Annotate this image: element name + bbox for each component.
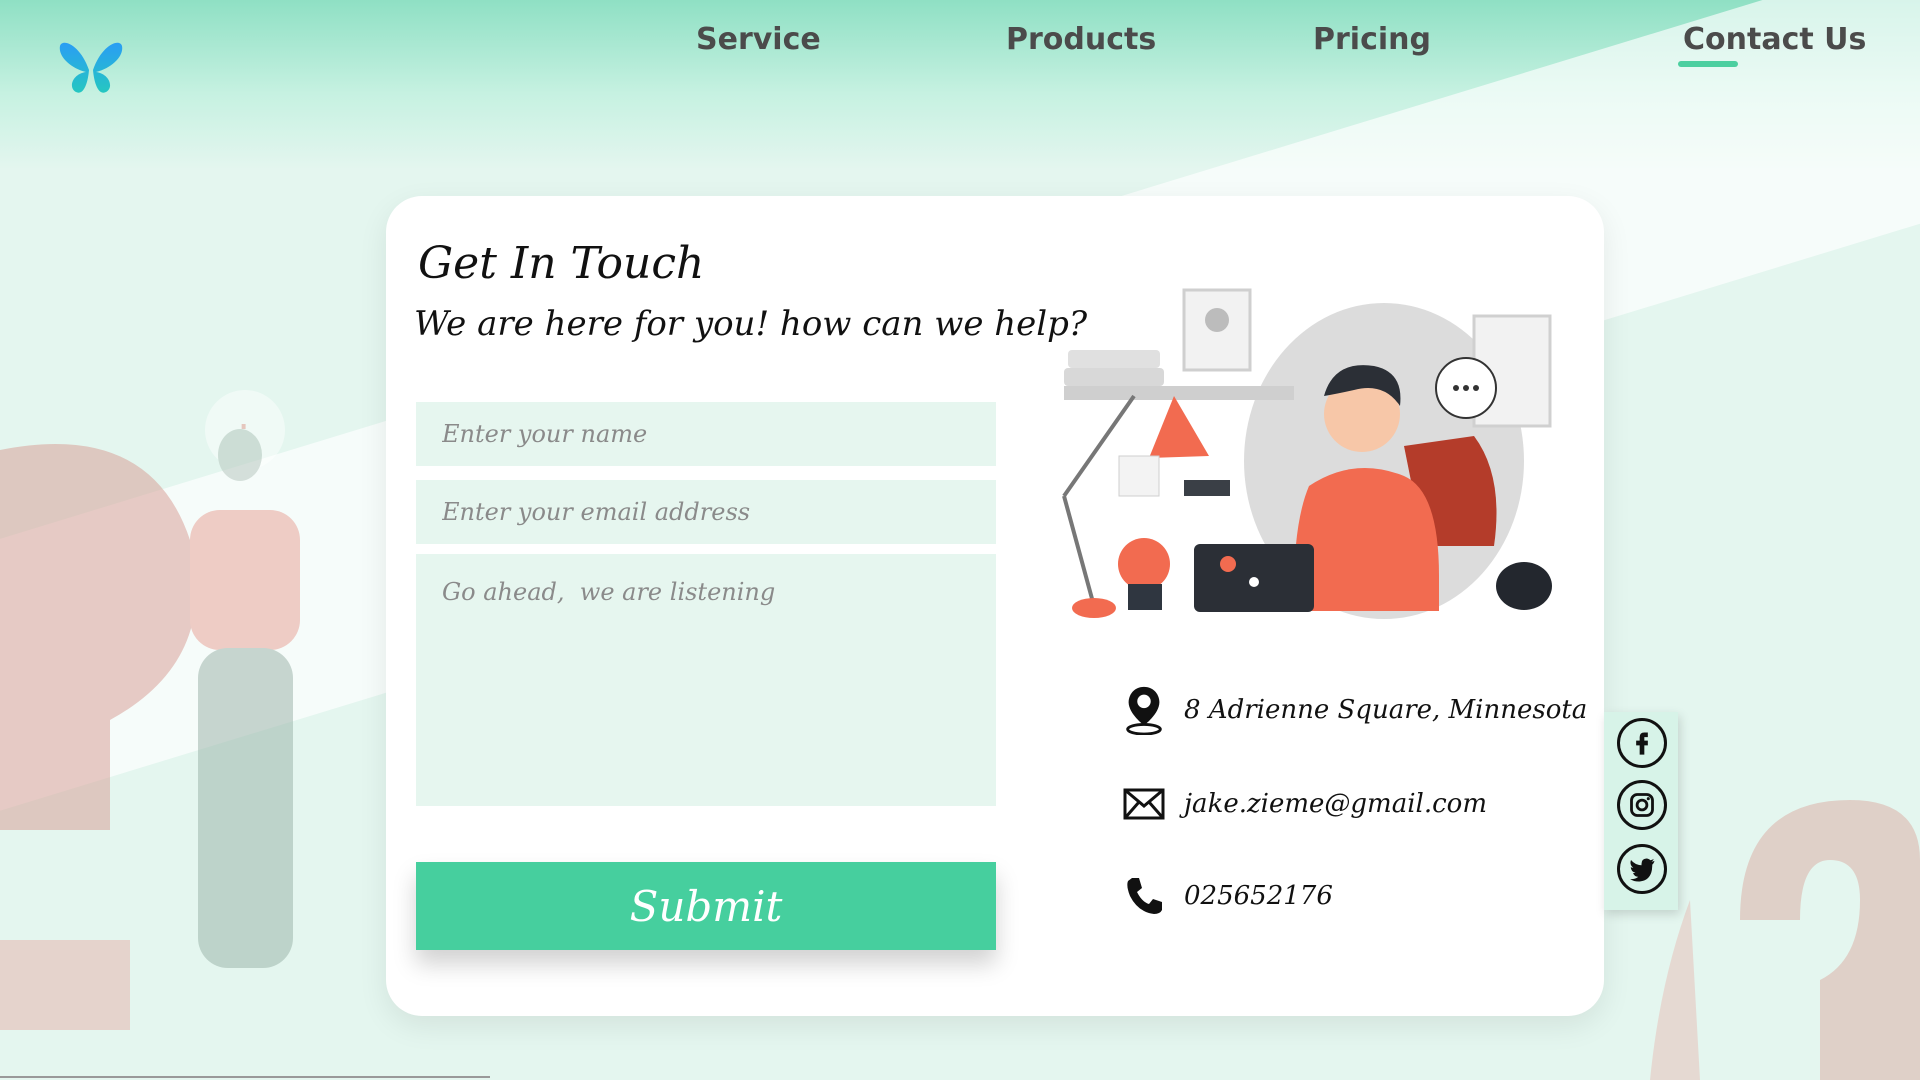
phone-icon [1120,872,1168,920]
facebook-icon[interactable] [1617,718,1667,768]
name-input[interactable] [416,402,996,466]
butterfly-logo-icon[interactable] [58,40,124,96]
twitter-icon[interactable] [1617,844,1667,894]
nav-pricing[interactable]: Pricing [1313,22,1431,57]
location-pin-icon [1120,686,1168,735]
instagram-icon[interactable] [1617,780,1667,830]
address-text: 8 Adrienne Square, Minnesota [1184,695,1588,725]
nav-service[interactable]: Service [696,22,821,57]
submit-button[interactable]: Submit [416,862,996,950]
page-title: Get In Touch [418,238,705,289]
message-input[interactable] [416,554,996,806]
address-row: 8 Adrienne Square, Minnesota [1120,682,1587,738]
nav-products[interactable]: Products [1006,22,1156,57]
nav-contact-us[interactable]: Contact Us [1683,22,1866,57]
phone-row: 025652176 [1120,868,1333,924]
email-input[interactable] [416,480,996,544]
bottom-divider [0,1076,490,1078]
person-at-laptop-illustration [1062,288,1552,619]
page-subtitle: We are here for you! how can we help? [414,304,1088,344]
phone-text[interactable]: 025652176 [1184,881,1333,911]
social-links [1604,712,1678,910]
email-text[interactable]: jake.zieme@gmail.com [1184,789,1487,819]
email-row: jake.zieme@gmail.com [1120,776,1487,832]
background-question-illustration: ¿ [0,390,300,1030]
nav-active-indicator [1678,61,1738,67]
envelope-icon [1120,780,1168,828]
contact-card: Get In Touch We are here for you! how ca… [386,196,1604,1016]
